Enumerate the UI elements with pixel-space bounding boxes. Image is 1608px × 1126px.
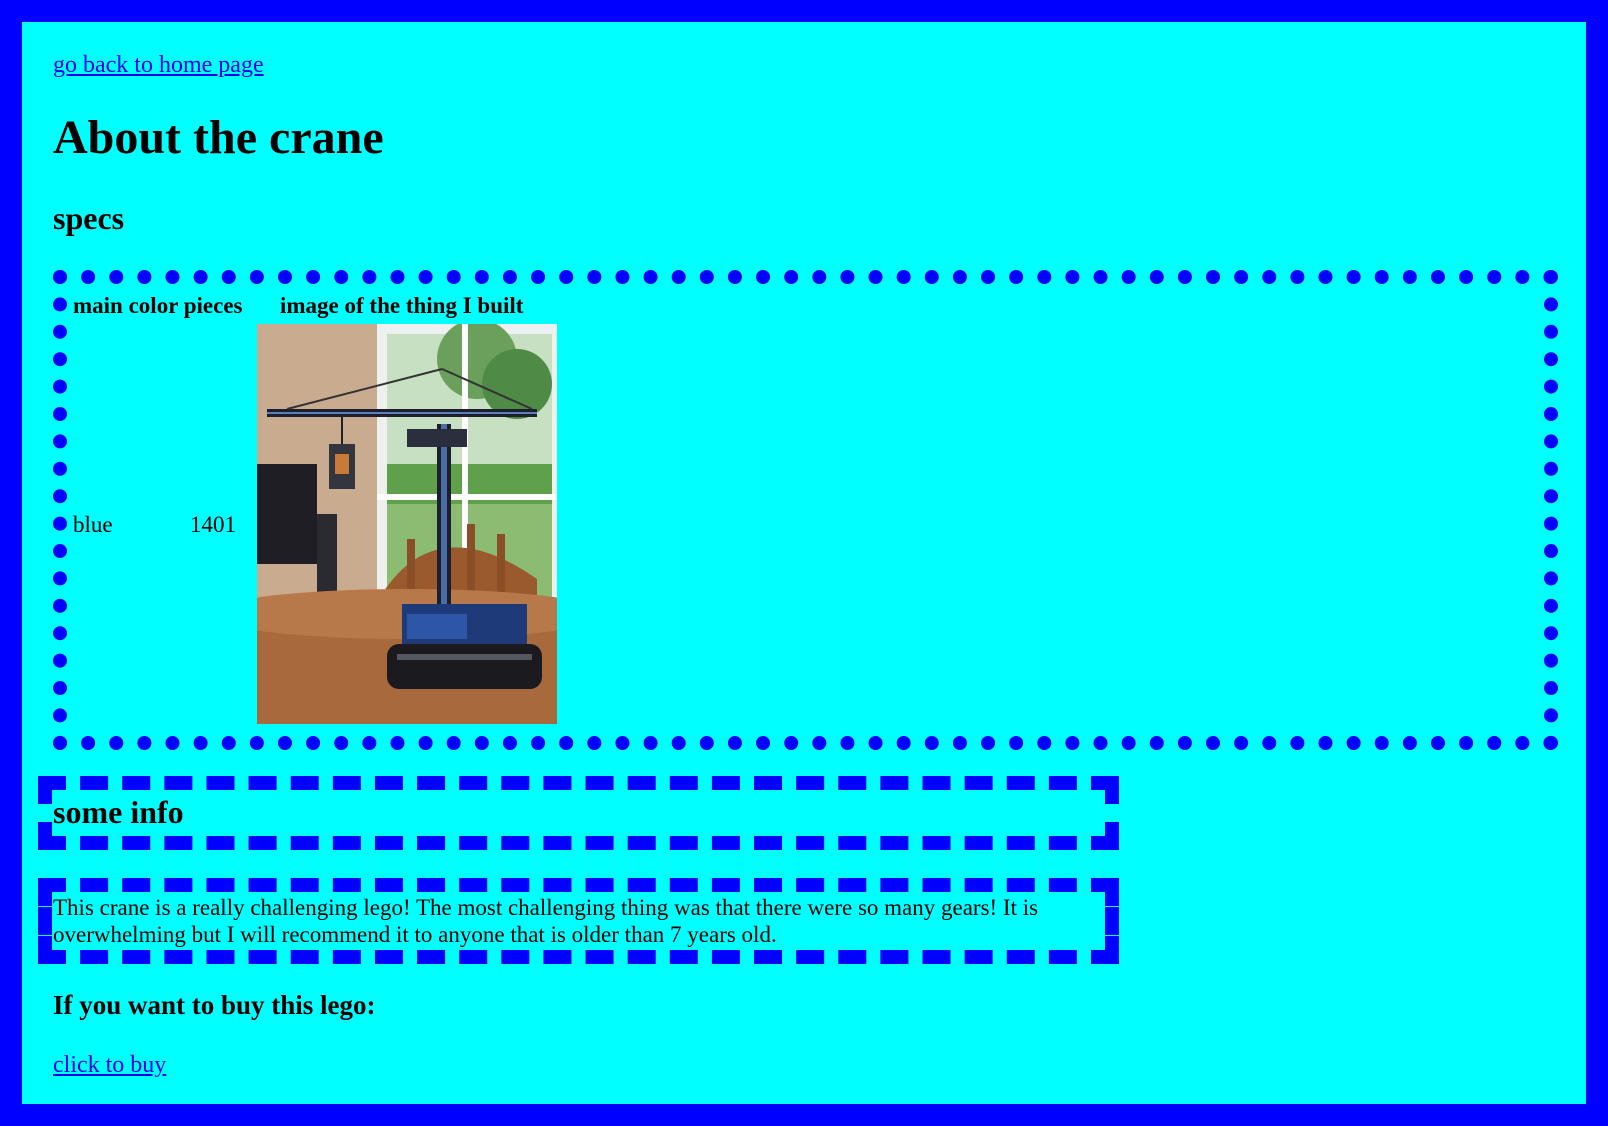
info-heading-box <box>38 776 1119 850</box>
table-header-main-color-pieces: main color pieces <box>73 293 243 318</box>
home-link[interactable]: go back to home page <box>53 52 264 79</box>
page-title: About the crane <box>53 111 384 164</box>
buy-link[interactable]: click to buy <box>53 1052 166 1079</box>
specs-heading: specs <box>53 200 125 236</box>
cell-color: blue <box>73 512 113 537</box>
table-header-image: image of the thing I built <box>280 293 524 318</box>
cell-pieces: 1401 <box>190 512 236 537</box>
info-text: This crane is a really challenging lego!… <box>53 895 1039 947</box>
info-heading: some info <box>53 794 184 830</box>
crane-photo <box>257 324 557 724</box>
buy-heading: If you want to buy this lego: <box>53 990 376 1020</box>
crane-photo-image <box>257 324 557 724</box>
